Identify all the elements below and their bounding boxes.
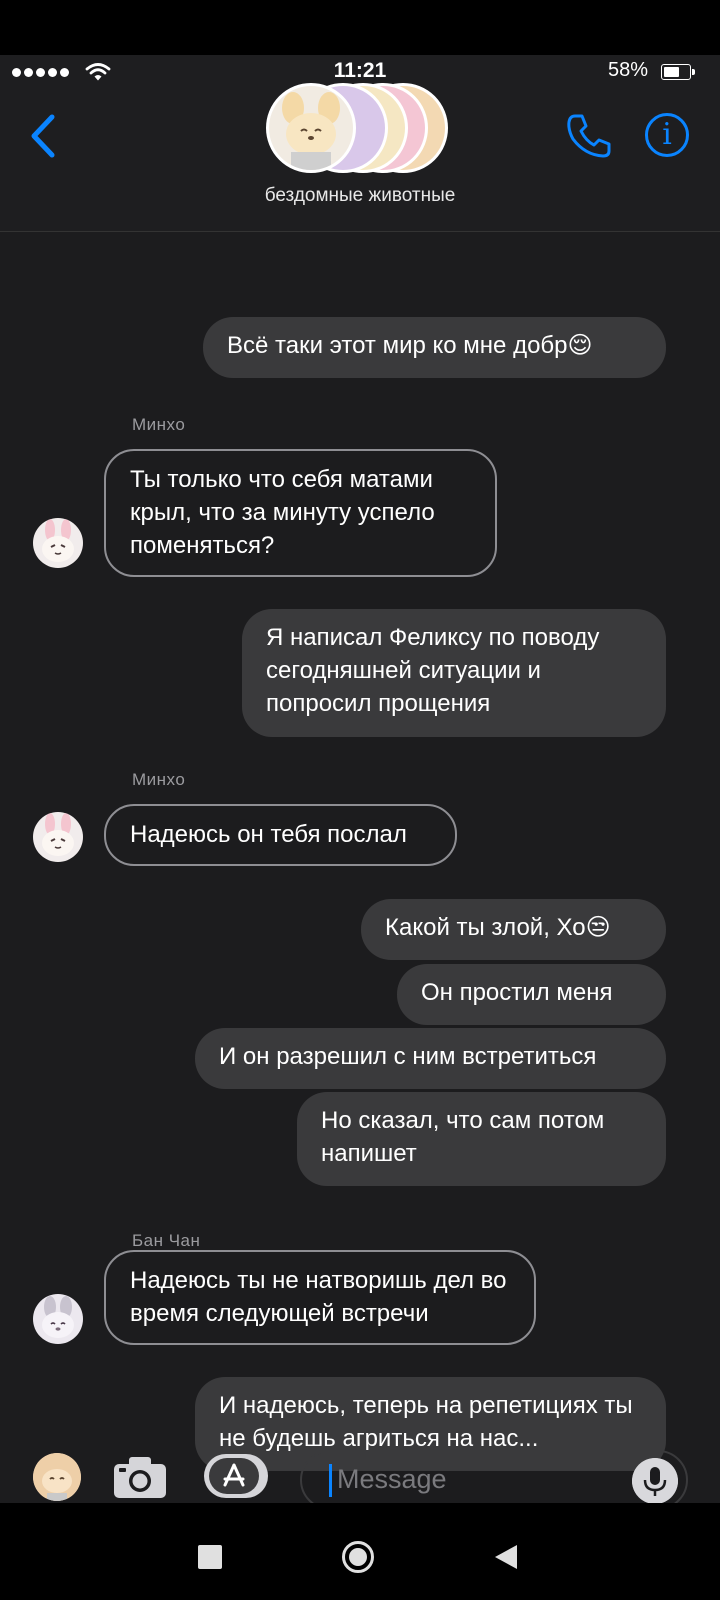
message-placeholder: Message [337, 1464, 447, 1494]
chat-header: 11:21 58% бездомные животные i [0, 55, 720, 232]
contact-avatar[interactable] [33, 812, 83, 862]
memoji-avatar-button[interactable] [33, 1453, 81, 1501]
outgoing-message[interactable]: Он простил меня [397, 964, 666, 1025]
app-store-icon[interactable] [203, 1453, 269, 1499]
incoming-message[interactable]: Надеюсь он тебя послал [104, 804, 457, 866]
phone-icon[interactable] [563, 110, 615, 162]
outgoing-message[interactable]: Но сказал, что сам потом напишет [297, 1092, 666, 1186]
compose-bar: Message [0, 1447, 720, 1503]
group-name[interactable]: бездомные животные [0, 185, 720, 207]
info-icon[interactable]: i [645, 113, 689, 157]
android-navigation-bar [0, 1503, 720, 1600]
contact-avatar[interactable] [33, 518, 83, 568]
back-chevron-icon[interactable] [24, 111, 64, 161]
back-triangle-icon[interactable] [493, 1543, 519, 1571]
sender-name: Бан Чан [132, 1231, 201, 1250]
sender-name: Минхо [132, 770, 186, 789]
message-input[interactable]: Message [300, 1450, 688, 1503]
incoming-message[interactable]: Ты только что себя матами крыл, что за м… [104, 449, 497, 577]
battery-icon [661, 64, 695, 80]
text-caret [329, 1464, 332, 1497]
message-list[interactable]: Всё таки этот мир ко мне добр😌 Минхо Ты … [0, 231, 720, 1471]
contact-avatar[interactable] [33, 1294, 83, 1344]
outgoing-message[interactable]: Какой ты злой, Хо😒 [361, 899, 666, 960]
outgoing-message[interactable]: И он разрешил с ним встретиться [195, 1028, 666, 1089]
outgoing-message[interactable]: Я написал Феликсу по поводу сегодняшней … [242, 609, 666, 737]
microphone-icon[interactable] [632, 1458, 678, 1503]
incoming-message[interactable]: Надеюсь ты не натворишь дел во время сле… [104, 1250, 536, 1345]
camera-icon[interactable] [112, 1454, 168, 1500]
sender-name: Минхо [132, 415, 186, 434]
battery-percentage: 58% [608, 59, 649, 81]
outgoing-message[interactable]: Всё таки этот мир ко мне добр😌 [203, 317, 666, 378]
group-member-avatar [266, 83, 356, 173]
recent-apps-button[interactable] [198, 1545, 222, 1569]
home-button[interactable] [341, 1540, 375, 1574]
group-avatars[interactable] [266, 83, 456, 175]
chat-screen: 11:21 58% бездомные животные i Всё таки … [0, 55, 720, 1503]
